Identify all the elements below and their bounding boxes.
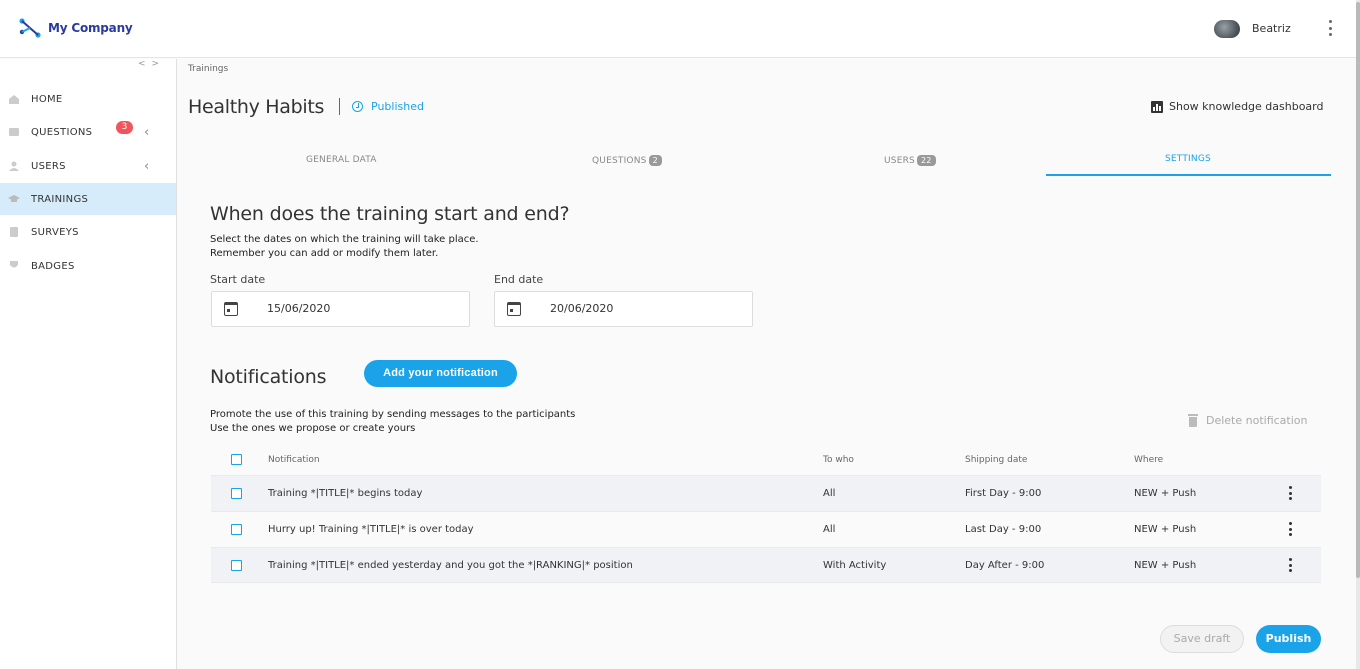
dates-description-line2: Remember you can add or modify them late… xyxy=(210,248,439,259)
active-tab-indicator xyxy=(1046,174,1331,176)
sidebar-item-label: USERS xyxy=(31,160,66,172)
trainings-icon xyxy=(8,195,20,202)
title-divider xyxy=(339,98,340,115)
user-name[interactable]: Beatriz xyxy=(1252,22,1291,35)
sidebar-item-questions[interactable]: QUESTIONS 3 ‹ xyxy=(0,116,176,148)
table-row[interactable]: Training *|TITLE|* begins today All Firs… xyxy=(211,475,1321,511)
sidebar-item-surveys[interactable]: SURVEYS xyxy=(0,216,176,248)
tab-questions[interactable]: QUESTIONS 2 xyxy=(592,155,662,166)
where-value: NEW + Push xyxy=(1134,560,1197,571)
dates-description-line1: Select the dates on which the training w… xyxy=(210,234,479,245)
where-value: NEW + Push xyxy=(1134,524,1197,535)
start-date-label: Start date xyxy=(210,273,266,286)
shipping-date-value: Day After - 9:00 xyxy=(965,560,1045,571)
row-more-options-icon[interactable] xyxy=(1288,486,1292,500)
row-more-options-icon[interactable] xyxy=(1288,522,1292,536)
delete-notification-label: Delete notification xyxy=(1206,414,1308,427)
users-icon xyxy=(9,161,19,171)
tab-settings[interactable]: SETTINGS xyxy=(1165,154,1211,164)
page-scrollbar[interactable] xyxy=(1356,0,1360,669)
save-draft-button[interactable]: Save draft xyxy=(1160,625,1244,653)
notifications-table: Notification To who Shipping date Where … xyxy=(211,448,1321,583)
sidebar-item-trainings[interactable]: TRAININGS xyxy=(0,183,176,215)
surveys-icon xyxy=(10,227,18,237)
row-checkbox[interactable] xyxy=(231,560,242,571)
more-options-icon[interactable] xyxy=(1322,18,1338,38)
tab-users[interactable]: USERS 22 xyxy=(884,155,936,166)
row-checkbox[interactable] xyxy=(231,488,242,499)
end-date-field[interactable]: 20/06/2020 xyxy=(494,291,753,327)
notification-text: Training *|TITLE|* begins today xyxy=(268,488,423,499)
breadcrumb[interactable]: Trainings xyxy=(188,64,228,74)
column-header-where[interactable]: Where xyxy=(1134,455,1163,465)
table-header: Notification To who Shipping date Where xyxy=(211,448,1321,472)
tab-label: GENERAL DATA xyxy=(306,155,377,165)
questions-icon xyxy=(9,128,19,136)
tab-label: USERS xyxy=(884,156,915,166)
notifications-section-title: Notifications xyxy=(210,366,327,388)
delete-notification-button[interactable]: Delete notification xyxy=(1188,414,1308,427)
top-bar: My Company Beatriz xyxy=(0,0,1356,58)
questions-count-badge: 3 xyxy=(116,121,133,134)
sidebar-item-label: QUESTIONS xyxy=(31,126,93,138)
row-more-options-icon[interactable] xyxy=(1288,558,1292,572)
sidebar-item-label: BADGES xyxy=(31,260,75,272)
tab-general-data[interactable]: GENERAL DATA xyxy=(306,155,377,165)
chevron-left-icon[interactable]: ‹ xyxy=(144,125,149,140)
calendar-icon[interactable] xyxy=(224,302,238,316)
to-who-value: All xyxy=(823,524,836,535)
chevron-left-icon[interactable]: ‹ xyxy=(144,159,149,174)
bar-chart-icon[interactable] xyxy=(1151,101,1163,113)
end-date-value[interactable]: 20/06/2020 xyxy=(550,302,613,315)
to-who-value: With Activity xyxy=(823,560,887,571)
sidebar-item-users[interactable]: USERS ‹ xyxy=(0,150,176,182)
sidebar-item-badges[interactable]: BADGES xyxy=(0,250,176,282)
calendar-icon[interactable] xyxy=(507,302,521,316)
start-date-value[interactable]: 15/06/2020 xyxy=(267,302,330,315)
scrollbar-thumb[interactable] xyxy=(1356,2,1360,578)
select-all-checkbox[interactable] xyxy=(231,454,242,465)
tab-count-badge: 22 xyxy=(916,155,936,166)
trash-icon xyxy=(1188,414,1198,427)
tab-label: SETTINGS xyxy=(1165,154,1211,164)
notifications-description-line2: Use the ones we propose or create yours xyxy=(210,423,416,434)
dates-section-title: When does the training start and end? xyxy=(210,203,570,225)
table-row[interactable]: Hurry up! Training *|TITLE|* is over tod… xyxy=(211,511,1321,547)
sidebar-item-label: TRAININGS xyxy=(31,193,89,205)
notification-text: Training *|TITLE|* ended yesterday and y… xyxy=(268,560,633,571)
column-header-shipping-date[interactable]: Shipping date xyxy=(965,455,1027,465)
start-date-field[interactable]: 15/06/2020 xyxy=(211,291,470,327)
clock-icon xyxy=(352,101,363,112)
column-header-to-who[interactable]: To who xyxy=(823,455,854,465)
sidebar: <> HOME QUESTIONS 3 ‹ USERS ‹ TRAININGS … xyxy=(0,59,177,669)
end-date-label: End date xyxy=(494,273,544,286)
tab-label: QUESTIONS xyxy=(592,156,647,166)
sidebar-item-label: HOME xyxy=(31,93,63,105)
home-icon xyxy=(9,95,19,104)
publish-button[interactable]: Publish xyxy=(1256,625,1321,653)
column-header-notification[interactable]: Notification xyxy=(268,455,320,465)
where-value: NEW + Push xyxy=(1134,488,1197,499)
status-badge: Published xyxy=(371,100,424,113)
badges-icon xyxy=(10,261,18,268)
to-who-value: All xyxy=(823,488,836,499)
tab-count-badge: 2 xyxy=(648,155,662,166)
add-notification-button[interactable]: Add your notification xyxy=(364,360,517,387)
shipping-date-value: First Day - 9:00 xyxy=(965,488,1042,499)
notifications-description-line1: Promote the use of this training by send… xyxy=(210,409,576,420)
notification-text: Hurry up! Training *|TITLE|* is over tod… xyxy=(268,524,474,535)
sidebar-collapse-icon[interactable]: <> xyxy=(138,59,165,69)
show-knowledge-dashboard-link[interactable]: Show knowledge dashboard xyxy=(1169,100,1324,113)
table-row[interactable]: Training *|TITLE|* ended yesterday and y… xyxy=(211,547,1321,583)
shipping-date-value: Last Day - 9:00 xyxy=(965,524,1042,535)
sidebar-item-label: SURVEYS xyxy=(31,226,79,238)
brand-name[interactable]: My Company xyxy=(48,21,133,35)
row-checkbox[interactable] xyxy=(231,524,242,535)
sidebar-item-home[interactable]: HOME xyxy=(0,83,176,115)
page-title: Healthy Habits xyxy=(188,96,325,118)
user-avatar[interactable] xyxy=(1214,20,1240,38)
company-logo-icon[interactable] xyxy=(18,16,42,40)
